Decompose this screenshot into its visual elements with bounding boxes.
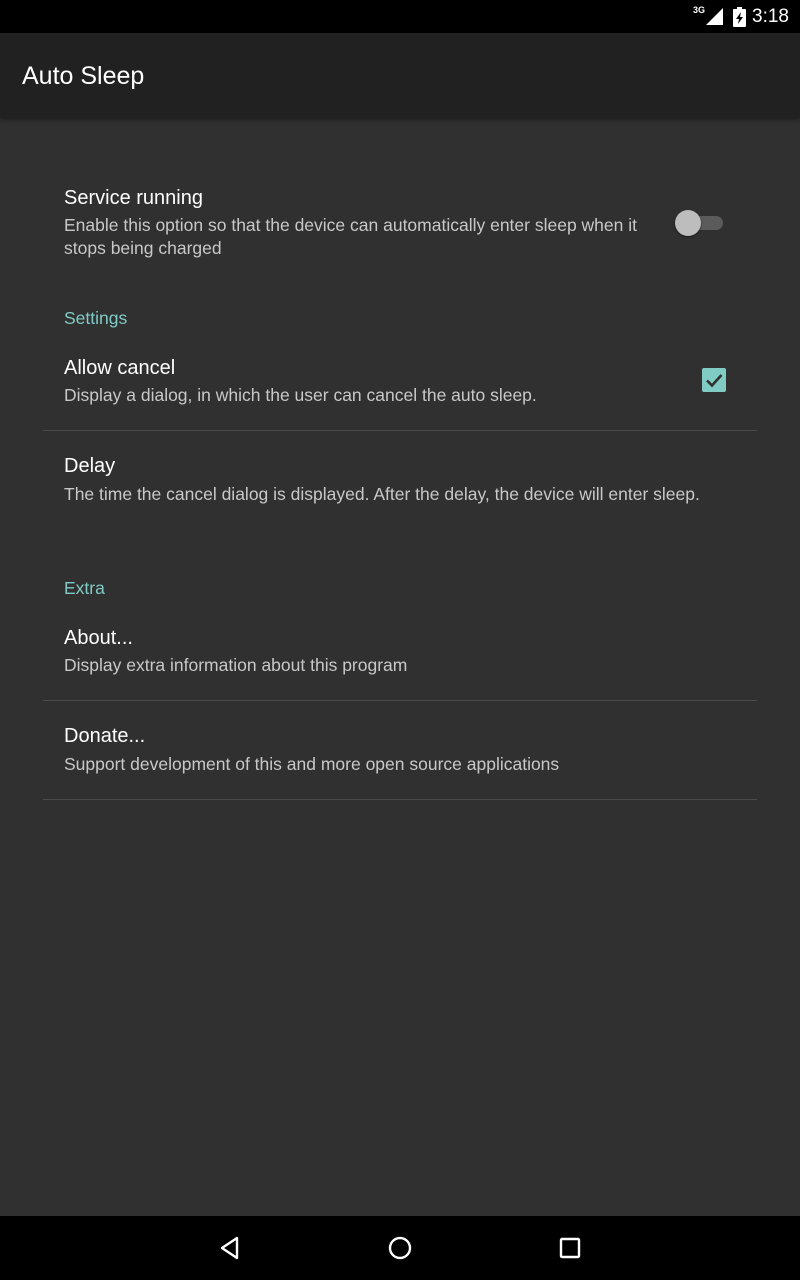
pref-summary: Support development of this and more ope… (64, 754, 560, 774)
pref-delay[interactable]: Delay The time the cancel dialog is disp… (43, 431, 757, 541)
app-bar: Auto Sleep (0, 33, 800, 118)
category-settings: Settings (64, 308, 128, 328)
pref-title: About... (64, 627, 133, 649)
pref-about[interactable]: About... Display extra information about… (43, 614, 757, 700)
allow-cancel-checkbox[interactable] (702, 368, 726, 392)
pref-summary: Display a dialog, in which the user can … (64, 385, 537, 405)
pref-allow-cancel[interactable]: Allow cancel Display a dialog, in which … (43, 344, 757, 430)
pref-summary: Enable this option so that the device ca… (64, 215, 637, 258)
preferences-list: Service running Enable this option so th… (0, 118, 800, 1216)
recents-icon (559, 1237, 581, 1259)
category-extra: Extra (64, 578, 105, 598)
home-button[interactable] (382, 1230, 418, 1266)
navigation-bar (0, 1216, 800, 1280)
status-bar: 3G 3:18 (0, 0, 800, 33)
battery-charging-icon (733, 6, 747, 27)
pref-title: Allow cancel (64, 357, 176, 379)
pref-summary: Display extra information about this pro… (64, 655, 408, 675)
checkmark-icon (706, 374, 723, 388)
pref-donate[interactable]: Donate... Support development of this an… (43, 701, 757, 799)
back-button[interactable] (212, 1230, 248, 1266)
pref-title: Donate... (64, 725, 146, 747)
network-type: 3G (693, 4, 706, 15)
pref-summary: The time the cancel dialog is displayed.… (64, 484, 700, 504)
pref-service-running[interactable]: Service running Enable this option so th… (43, 174, 757, 284)
service-running-switch[interactable] (675, 209, 725, 237)
app-title: Auto Sleep (22, 62, 145, 90)
home-icon (388, 1236, 412, 1260)
switch-thumb (675, 210, 701, 236)
status-icons: 3G 3:18 (693, 0, 789, 33)
clock: 3:18 (752, 5, 789, 27)
divider (43, 799, 757, 800)
recents-button[interactable] (552, 1230, 588, 1266)
signal-icon (706, 8, 724, 25)
pref-title: Delay (64, 455, 116, 477)
pref-title: Service running (64, 187, 203, 209)
back-icon (220, 1236, 239, 1260)
